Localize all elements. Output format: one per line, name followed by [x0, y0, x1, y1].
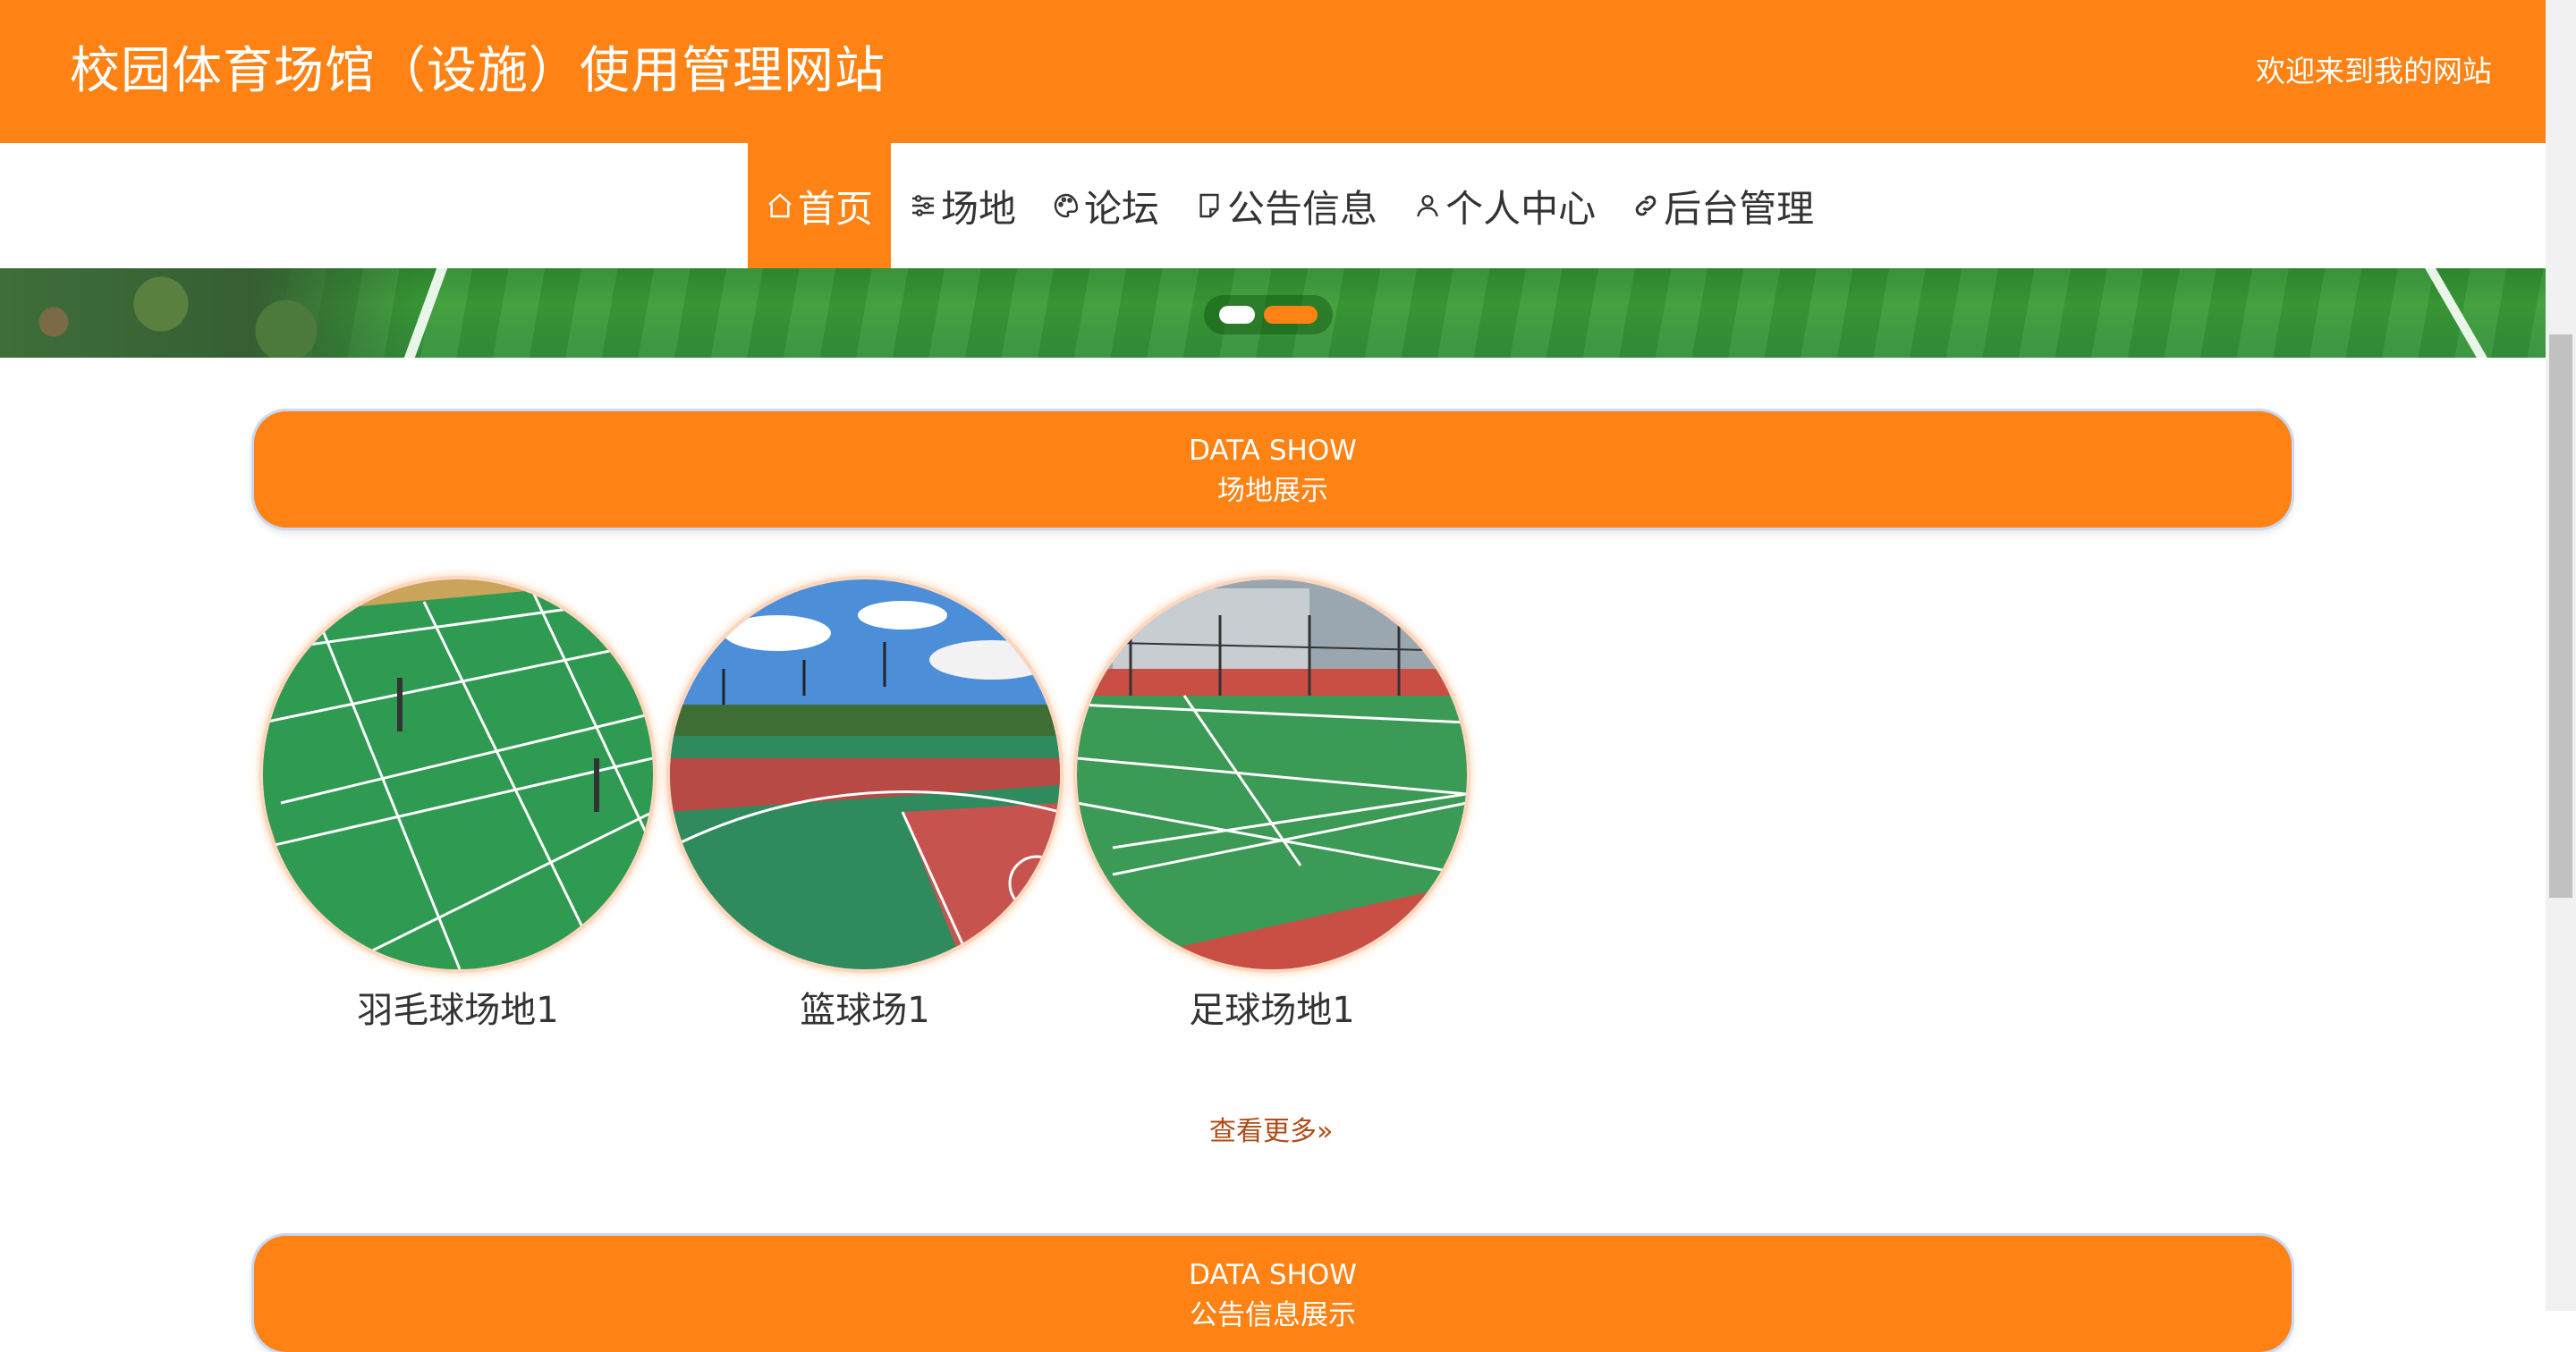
venue-name[interactable]: 篮球场1 — [666, 984, 1063, 1037]
user-icon — [1417, 195, 1438, 217]
home-icon — [768, 193, 792, 218]
view-more-link[interactable]: 查看更多» — [1209, 1109, 1333, 1148]
section-title-en: DATA SHOW — [1189, 435, 1357, 467]
banner-image-trees — [0, 268, 420, 358]
nav-label: 场地 — [941, 186, 1017, 231]
nav-item-home[interactable]: 首页 — [748, 143, 892, 268]
carousel-dot[interactable] — [1219, 306, 1255, 324]
nav-item-admin[interactable]: 后台管理 — [1614, 143, 1832, 268]
venue-image[interactable] — [670, 579, 1060, 969]
nav-item-forum[interactable]: 论坛 — [1034, 143, 1177, 268]
view-more-label: 查看更多 — [1209, 1116, 1317, 1147]
section-header-notices: DATA SHOW 公告信息展示 — [254, 1236, 2292, 1352]
section-title-cn: 场地展示 — [1217, 475, 1328, 507]
venue-name[interactable]: 足球场地1 — [1073, 984, 1470, 1037]
venue-card[interactable]: 篮球场1 — [666, 579, 1063, 1037]
banner-field-line — [2425, 268, 2487, 358]
carousel-dot-active[interactable] — [1264, 306, 1318, 324]
site-header: 校园体育场馆（设施）使用管理网站 欢迎来到我的网站 — [0, 0, 2546, 143]
nav-label: 后台管理 — [1664, 186, 1815, 231]
nav-item-venue[interactable]: 场地 — [891, 143, 1034, 268]
venue-card[interactable]: 足球场地1 — [1073, 579, 1470, 1037]
page-scrollbar[interactable] — [2546, 0, 2576, 1311]
section-header-venues: DATA SHOW 场地展示 — [254, 411, 2292, 528]
nav-label: 论坛 — [1084, 186, 1160, 231]
sliders-icon — [912, 195, 935, 216]
scrollbar-thumb[interactable] — [2549, 334, 2572, 898]
link-icon — [1635, 195, 1657, 216]
main-nav: 首页 场地 论坛 公告信息 个人中心 后台管理 — [0, 143, 2546, 268]
venue-card[interactable]: 羽毛球场地1 — [259, 579, 657, 1037]
double-chevron-right-icon: » — [1317, 1116, 1334, 1147]
palette-icon — [1054, 193, 1079, 218]
section-title-en: DATA SHOW — [1189, 1259, 1357, 1291]
site-title: 校园体育场馆（设施）使用管理网站 — [70, 42, 886, 100]
welcome-text: 欢迎来到我的网站 — [2256, 54, 2492, 89]
venue-image[interactable] — [263, 579, 653, 969]
venue-image[interactable] — [1077, 579, 1467, 969]
nav-label: 首页 — [798, 186, 874, 231]
section-title-cn: 公告信息展示 — [1190, 1299, 1356, 1331]
carousel-indicators — [1204, 295, 1333, 334]
nav-item-profile[interactable]: 个人中心 — [1395, 143, 1614, 268]
note-icon — [1199, 193, 1219, 218]
nav-label: 个人中心 — [1445, 186, 1597, 231]
nav-label: 公告信息 — [1227, 186, 1378, 231]
venue-name[interactable]: 羽毛球场地1 — [259, 984, 657, 1037]
nav-item-notice[interactable]: 公告信息 — [1177, 143, 1395, 268]
